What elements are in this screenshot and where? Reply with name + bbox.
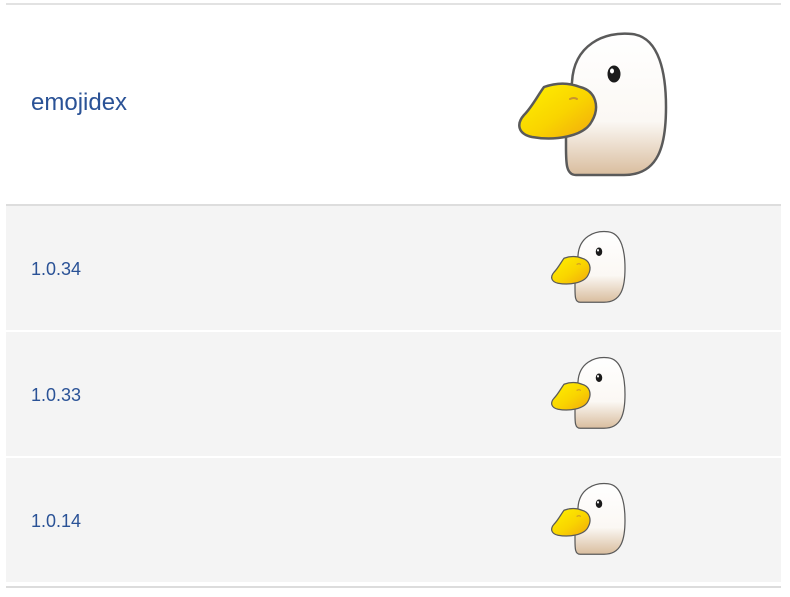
version-row: 1.0.14 <box>6 458 781 584</box>
version-row: 1.0.34 <box>6 206 781 332</box>
bottom-divider <box>6 586 781 588</box>
duck-icon <box>549 228 629 306</box>
version-link[interactable]: 1.0.14 <box>31 510 81 532</box>
version-link[interactable]: 1.0.34 <box>31 258 81 280</box>
vendor-version-list: emojidex 1.0.34 1.0.33 1.0.14 <box>0 0 790 597</box>
vendor-header-row: emojidex <box>6 5 781 206</box>
vendor-name-link[interactable]: emojidex <box>31 88 127 118</box>
version-link[interactable]: 1.0.33 <box>31 384 81 406</box>
duck-icon <box>514 27 674 182</box>
duck-icon <box>549 480 629 558</box>
version-row: 1.0.33 <box>6 332 781 458</box>
duck-icon <box>549 354 629 432</box>
